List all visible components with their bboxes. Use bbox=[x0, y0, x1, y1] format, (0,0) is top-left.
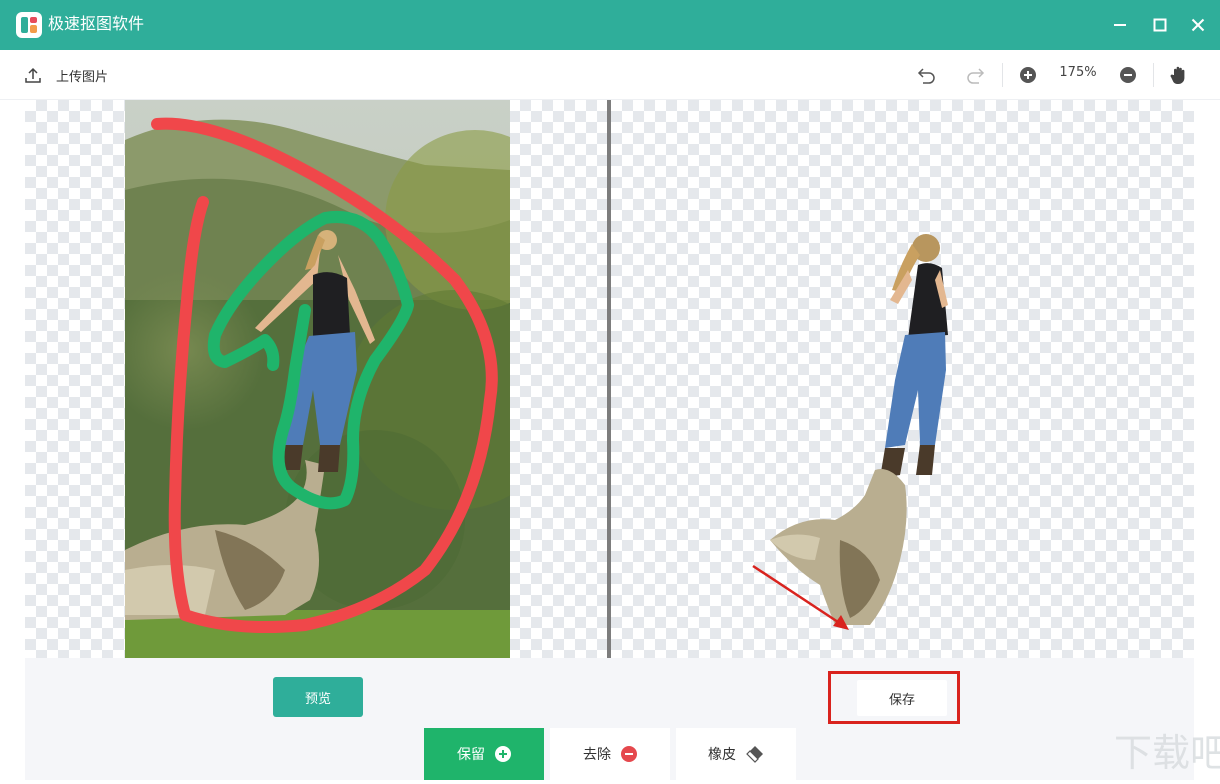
remove-mode-button[interactable]: 去除 bbox=[550, 728, 670, 780]
undo-button[interactable] bbox=[916, 64, 938, 86]
eraser-mode-button[interactable]: 橡皮 bbox=[676, 728, 796, 780]
toolbar-separator bbox=[1002, 63, 1003, 87]
hand-icon bbox=[1170, 66, 1185, 84]
toolbar: 上传图片 175% bbox=[0, 50, 1220, 100]
keep-label: 保留 bbox=[457, 747, 485, 763]
zoom-out-icon bbox=[1120, 67, 1136, 83]
undo-icon bbox=[917, 68, 935, 84]
preview-button[interactable]: 预览 bbox=[273, 677, 363, 717]
annotation-arrow bbox=[752, 564, 849, 630]
plus-circle-icon bbox=[495, 746, 511, 762]
minus-circle-icon bbox=[621, 746, 637, 762]
eraser-label: 橡皮 bbox=[708, 747, 736, 763]
title-bar: 极速抠图软件 bbox=[0, 0, 1220, 50]
close-icon bbox=[1191, 18, 1205, 32]
zoom-level: 175% bbox=[1059, 65, 1097, 80]
minimize-button[interactable] bbox=[1107, 12, 1133, 38]
keep-mode-button[interactable]: 保留 bbox=[424, 728, 544, 780]
app-logo-icon bbox=[16, 12, 42, 38]
redo-icon bbox=[967, 68, 985, 84]
maximize-icon bbox=[1153, 18, 1167, 32]
upload-icon bbox=[25, 67, 41, 83]
app-title: 极速抠图软件 bbox=[48, 14, 145, 33]
zoom-in-button[interactable] bbox=[1017, 64, 1039, 86]
maximize-button[interactable] bbox=[1147, 12, 1173, 38]
pan-button[interactable] bbox=[1168, 64, 1190, 86]
minimize-icon bbox=[1114, 24, 1126, 26]
zoom-in-icon bbox=[1020, 67, 1036, 83]
remove-label: 去除 bbox=[583, 747, 611, 763]
svg-text:下载吧: 下载吧 bbox=[1114, 731, 1220, 775]
original-photo[interactable] bbox=[125, 100, 510, 658]
upload-button[interactable]: 上传图片 bbox=[24, 64, 108, 86]
zoom-out-button[interactable] bbox=[1117, 64, 1139, 86]
save-button[interactable]: 保存 bbox=[857, 680, 947, 716]
redo-button[interactable] bbox=[964, 64, 986, 86]
toolbar-separator bbox=[1153, 63, 1154, 87]
watermark-logo: 下载吧 bbox=[1110, 720, 1220, 780]
canvas-divider[interactable] bbox=[607, 100, 611, 658]
close-button[interactable] bbox=[1185, 12, 1211, 38]
upload-label: 上传图片 bbox=[56, 69, 109, 85]
eraser-icon bbox=[746, 746, 763, 763]
